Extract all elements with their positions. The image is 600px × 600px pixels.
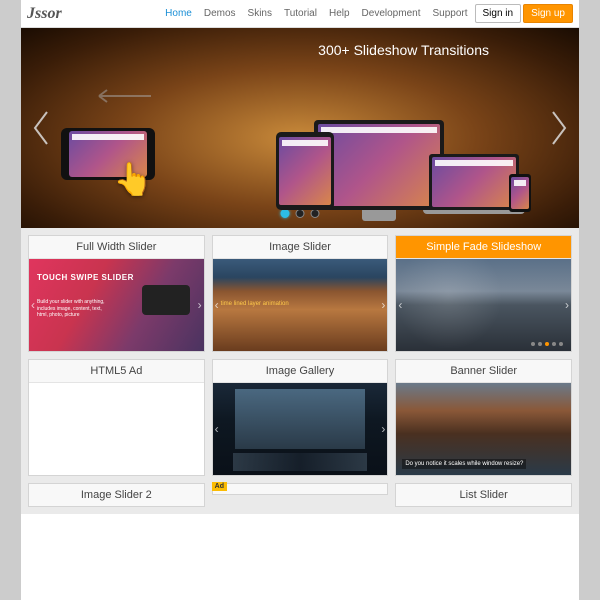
card-full-width-slider[interactable]: Full Width Slider TOUCH SWIPE SLIDER Bui… [28,235,205,352]
card-title: Image Slider 2 [29,484,204,506]
thumb-overlay-sub: Build your slider with anything, include… [37,299,107,319]
chevron-right-icon[interactable]: › [381,298,385,312]
chevron-right-icon[interactable]: › [381,422,385,436]
card-wrap: Image Slider 2 [28,483,205,507]
card-title: List Slider [396,484,571,506]
demo-grid: Full Width Slider TOUCH SWIPE SLIDER Bui… [21,228,579,483]
thumb-dots [531,342,563,346]
laptop-mockup [429,154,519,210]
card-image-slider[interactable]: Image Slider time lined layer animation … [212,235,389,352]
ad-badge: Ad [212,482,227,491]
hero-next-arrow[interactable] [547,108,573,148]
signup-button[interactable]: Sign up [523,4,573,23]
card-simple-fade[interactable]: Simple Fade Slideshow ‹ › [395,235,572,352]
hero-dot-2[interactable] [311,209,320,218]
hero-title: 300+ Slideshow Transitions [318,42,489,58]
page: Jssor Home Demos Skins Tutorial Help Dev… [21,0,579,600]
chevron-right-icon[interactable]: › [565,298,569,312]
nav-tutorial[interactable]: Tutorial [279,4,322,23]
phone-mockup [509,174,531,212]
card-image-gallery[interactable]: Image Gallery ‹ › [212,359,389,476]
nav-help[interactable]: Help [324,4,355,23]
chevron-left-icon[interactable]: ‹ [215,422,219,436]
card-title: Banner Slider [396,360,571,383]
chevron-right-icon[interactable]: › [198,298,202,312]
thumb-image-gallery: ‹ › [213,383,388,475]
nav-development[interactable]: Development [357,4,426,23]
signin-button[interactable]: Sign in [475,4,522,23]
card-list-slider[interactable]: List Slider [395,483,572,507]
card-ad-slot[interactable] [212,483,389,495]
thumb-overlay: Do you notice it scales while window res… [402,459,526,469]
card-wrap: List Slider [395,483,572,507]
card-image-slider-2[interactable]: Image Slider 2 [28,483,205,507]
card-title: Image Slider [213,236,388,259]
thumb-html5-ad [29,383,204,475]
tablet-mockup [276,132,334,210]
hero-dot-0[interactable] [281,209,290,218]
demo-grid-row-4: Image Slider 2 Ad List Slider [21,483,579,514]
card-title: Simple Fade Slideshow [396,236,571,259]
nav-home[interactable]: Home [160,4,197,23]
thumb-image-slider: time lined layer animation ‹ › [213,259,388,351]
hero-devices [276,120,519,210]
chevron-left-icon[interactable]: ‹ [398,298,402,312]
card-title: Full Width Slider [29,236,204,259]
brand-logo[interactable]: Jssor [27,5,62,23]
card-html5-ad[interactable]: HTML5 Ad [28,359,205,476]
card-wrap: Ad [212,483,389,507]
card-banner-slider[interactable]: Banner Slider Do you notice it scales wh… [395,359,572,476]
chevron-left-icon[interactable]: ‹ [31,298,35,312]
nav-support[interactable]: Support [427,4,472,23]
thumb-simple-fade: ‹ › [396,259,571,351]
thumb-overlay-title: TOUCH SWIPE SLIDER [37,273,134,283]
pointer-hand-icon: 👆 [113,160,153,198]
thumb-banner-slider: Do you notice it scales while window res… [396,383,571,475]
card-title: Image Gallery [213,360,388,383]
nav-demos[interactable]: Demos [199,4,241,23]
nav-skins[interactable]: Skins [243,4,277,23]
top-nav: Jssor Home Demos Skins Tutorial Help Dev… [21,0,579,28]
hero-prev-arrow[interactable] [27,108,53,148]
chevron-left-icon[interactable]: ‹ [215,298,219,312]
card-title [213,484,388,494]
hero-dot-1[interactable] [296,209,305,218]
thumb-full-width: TOUCH SWIPE SLIDER Build your slider wit… [29,259,204,351]
thumb-overlay: time lined layer animation [221,301,289,307]
card-title: HTML5 Ad [29,360,204,383]
hero-slider[interactable]: 300+ Slideshow Transitions 👆 [21,28,579,228]
hero-dots [281,209,320,218]
swipe-left-arrow-icon [91,88,151,109]
